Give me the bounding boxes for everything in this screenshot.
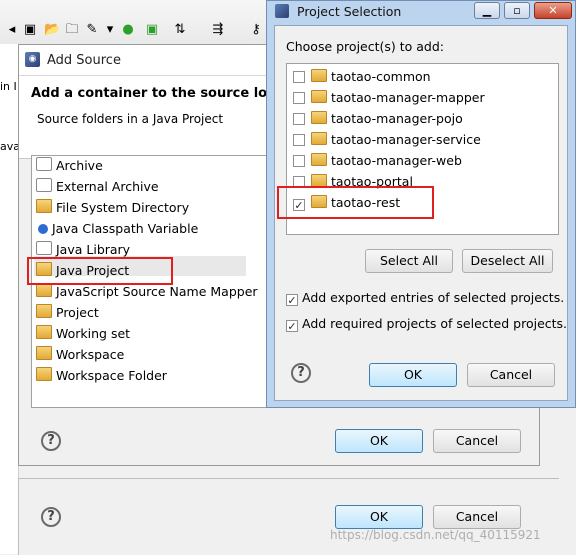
list-item-label: Working set <box>56 326 131 341</box>
option-label: Add required projects of selected projec… <box>302 316 568 331</box>
background-ok-button[interactable]: OK <box>335 505 423 529</box>
list-item-label: Project <box>56 305 99 320</box>
background-cancel-button[interactable]: Cancel <box>433 505 521 529</box>
project-name: taotao-manager-pojo <box>331 111 463 126</box>
add-source-ok-button[interactable]: OK <box>335 429 423 453</box>
choose-projects-label: Choose project(s) to add: <box>286 39 445 54</box>
toolbar-tool-icon[interactable]: ✎ <box>84 22 100 38</box>
select-all-button[interactable]: Select All <box>365 249 453 273</box>
list-item-project[interactable]: Project <box>36 303 99 323</box>
annotation-box-java-project <box>27 257 173 285</box>
list-item-label: JavaScript Source Name Mapper <box>56 284 258 299</box>
project-checkbox[interactable] <box>293 71 305 83</box>
project-item-taotao-common[interactable]: taotao-common <box>293 66 431 87</box>
list-item-label: File System Directory <box>56 200 190 215</box>
folder-icon <box>36 304 52 318</box>
option-add-required-projects[interactable]: ✓ Add required projects of selected proje… <box>286 316 567 332</box>
project-folder-icon <box>311 153 327 166</box>
eclipse-app-icon <box>275 4 289 18</box>
folder-icon <box>36 199 52 213</box>
left-text-fragment: ava <box>0 140 20 153</box>
toolbar-open-icon[interactable]: 📂 <box>44 22 60 38</box>
left-text-fragment: in I <box>0 80 17 93</box>
add-source-cancel-button[interactable]: Cancel <box>433 429 521 453</box>
list-item-label: Java Classpath Variable <box>52 221 199 236</box>
list-item-label: Archive <box>56 158 103 173</box>
watermark-text: https://blog.csdn.net/qq_40115921 <box>330 528 541 542</box>
eclipse-app-icon: ◉ <box>25 52 40 67</box>
project-selection-ok-button[interactable]: OK <box>369 363 457 387</box>
toolbar-folder-icon[interactable]: 🗀 <box>64 22 80 38</box>
variable-dot-icon <box>38 224 48 234</box>
project-name: taotao-manager-mapper <box>331 90 485 105</box>
project-checkbox[interactable] <box>293 113 305 125</box>
library-icon <box>36 241 52 255</box>
jar-icon <box>36 178 52 192</box>
list-item-workspace[interactable]: Workspace <box>36 345 124 365</box>
project-name: taotao-manager-service <box>331 132 481 147</box>
deselect-all-button[interactable]: Deselect All <box>462 249 553 273</box>
folder-icon <box>36 367 52 381</box>
list-item-label: External Archive <box>56 179 159 194</box>
list-item-javascript-source-name-mapper[interactable]: JavaScript Source Name Mapper <box>36 282 258 302</box>
list-item-file-system-directory[interactable]: File System Directory <box>36 198 189 218</box>
toolbar-dropdown-icon[interactable]: ▾ <box>102 22 118 38</box>
project-checkbox[interactable] <box>293 155 305 167</box>
project-name: taotao-common <box>331 69 431 84</box>
list-item-working-set[interactable]: Working set <box>36 324 130 344</box>
project-selection-cancel-button[interactable]: Cancel <box>467 363 555 387</box>
project-checkbox[interactable] <box>293 134 305 146</box>
list-item-java-classpath-variable[interactable]: Java Classpath Variable <box>36 219 198 239</box>
toolbar-run-icon[interactable]: ● <box>120 22 136 38</box>
annotation-box-taotao-rest <box>277 186 434 219</box>
help-icon[interactable]: ? <box>291 363 311 383</box>
list-item-external-archive[interactable]: External Archive <box>36 177 159 197</box>
option-label: Add exported entries of selected project… <box>302 290 565 305</box>
project-folder-icon <box>311 69 327 82</box>
help-icon[interactable]: ? <box>41 431 61 451</box>
eclipse-left-panel: in I ava <box>0 44 20 554</box>
list-item-label: Workspace Folder <box>56 368 167 383</box>
jar-icon <box>36 157 52 171</box>
project-item-taotao-manager-service[interactable]: taotao-manager-service <box>293 129 481 150</box>
project-name: taotao-manager-web <box>331 153 462 168</box>
maximize-icon[interactable]: ▫ <box>504 2 530 19</box>
close-icon[interactable]: ✕ <box>534 2 572 19</box>
project-folder-icon <box>311 132 327 145</box>
add-source-title: Add Source <box>47 53 121 68</box>
project-folder-icon <box>311 90 327 103</box>
toolbar-arrow-icon[interactable]: ◂ <box>4 22 20 38</box>
toolbar-nav-icon[interactable]: ⇅ <box>172 22 188 38</box>
project-folder-icon <box>311 111 327 124</box>
project-item-taotao-manager-pojo[interactable]: taotao-manager-pojo <box>293 108 463 129</box>
background-dialog: ? OK Cancel <box>18 478 559 555</box>
mapper-icon <box>36 283 52 297</box>
help-icon[interactable]: ? <box>41 507 61 527</box>
toolbar-key-icon[interactable]: ⚷ <box>248 22 264 38</box>
project-item-taotao-manager-mapper[interactable]: taotao-manager-mapper <box>293 87 485 108</box>
minimize-icon[interactable]: ▁ <box>474 2 500 19</box>
list-item-label: Workspace <box>56 347 125 362</box>
list-item-archive[interactable]: Archive <box>36 156 103 176</box>
folder-icon <box>36 325 52 339</box>
list-item-workspace-folder[interactable]: Workspace Folder <box>36 366 167 386</box>
toolbar-debug-icon[interactable]: ▣ <box>144 22 160 38</box>
option-checkbox-checked[interactable]: ✓ <box>286 320 298 332</box>
project-selection-title: Project Selection <box>297 4 402 19</box>
project-checkbox[interactable] <box>293 92 305 104</box>
option-add-exported-entries[interactable]: ✓ Add exported entries of selected projec… <box>286 290 564 306</box>
project-item-taotao-manager-web[interactable]: taotao-manager-web <box>293 150 462 171</box>
folder-icon <box>36 346 52 360</box>
toolbar-step-icon[interactable]: ⇶ <box>210 22 226 38</box>
project-selection-titlebar: Project Selection ▁ ▫ ✕ <box>267 1 575 23</box>
list-item-label: Java Library <box>56 242 131 257</box>
toolbar-new-icon[interactable]: ▣ <box>22 22 38 38</box>
add-source-subheading: Source folders in a Java Project <box>37 112 224 126</box>
option-checkbox-checked[interactable]: ✓ <box>286 294 298 306</box>
